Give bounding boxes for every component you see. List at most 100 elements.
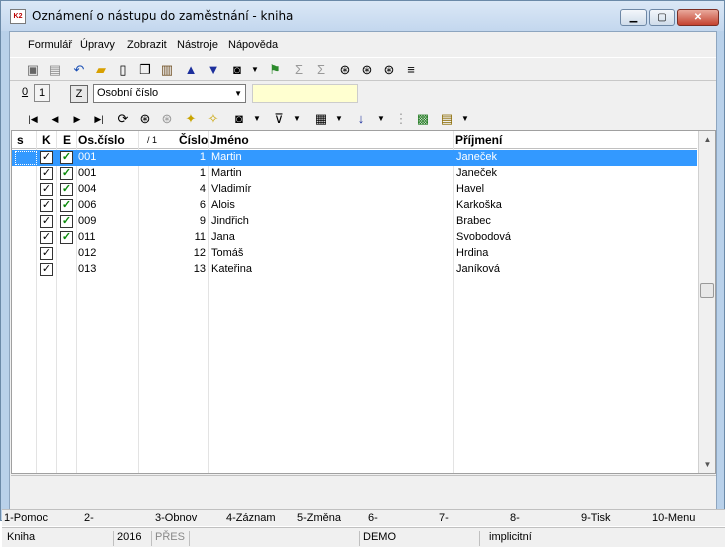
columns-icon[interactable]: ▦ — [312, 110, 330, 128]
save-icon[interactable]: ▣ — [24, 61, 42, 79]
minimize-button[interactable]: ▁ — [620, 9, 647, 26]
copy-icon[interactable]: ❐ — [136, 61, 154, 79]
fkey-8[interactable]: 8- — [510, 512, 520, 524]
table-row[interactable]: ✓ ✓ 001 1 Martin Janeček — [12, 166, 697, 182]
fkey-5[interactable]: 5-Změna — [297, 512, 341, 524]
e-checkbox[interactable]: ✓ — [60, 151, 73, 164]
e-checkbox[interactable]: ✓ — [60, 167, 73, 180]
camera-icon[interactable]: ◙ — [228, 61, 246, 79]
close-button[interactable]: ✕ — [677, 9, 719, 26]
report-icon[interactable]: ▤ — [438, 110, 456, 128]
fkey-2[interactable]: 2- — [84, 512, 94, 524]
binoculars-settings-icon[interactable]: ⊛ — [380, 61, 398, 79]
k-checkbox[interactable]: ✓ — [40, 215, 53, 228]
k-checkbox[interactable]: ✓ — [40, 247, 53, 260]
book-icon[interactable]: ▥ — [158, 61, 176, 79]
k-checkbox[interactable]: ✓ — [40, 151, 53, 164]
table-row[interactable]: ✓ ✓ 001 1 Martin Janeček — [12, 150, 697, 166]
e-checkbox[interactable]: ✓ — [60, 215, 73, 228]
title-bar[interactable]: K2 Oznámení o nástupu do zaměstnání - kn… — [1, 1, 724, 31]
fkey-1[interactable]: 1-Pomoc — [4, 512, 48, 524]
menu-formular[interactable]: Formulář — [28, 39, 72, 51]
arrow-down-icon[interactable]: ▼ — [204, 61, 222, 79]
binoculars-icon[interactable]: ⊛ — [336, 61, 354, 79]
prev-record-icon[interactable]: ◀ — [46, 110, 64, 128]
list-icon[interactable]: ≡ — [402, 61, 420, 79]
menu-napoveda[interactable]: Nápověda — [228, 39, 278, 51]
table-row[interactable]: ✓ ✓ 011 11 Jana Svobodová — [12, 230, 697, 246]
header-prijmeni[interactable]: Příjmení — [455, 133, 502, 147]
add-star-icon[interactable]: ✦ — [182, 110, 200, 128]
maximize-button[interactable]: ▢ — [649, 9, 675, 26]
table-row[interactable]: ✓ 013 13 Kateřina Janíková — [12, 262, 697, 278]
group-icon[interactable]: ⋮ — [392, 110, 410, 128]
status-db: DEMO — [360, 531, 480, 546]
search-input[interactable] — [252, 84, 358, 103]
tab-1[interactable]: 1 — [34, 84, 50, 102]
header-jmeno[interactable]: Jméno — [210, 133, 249, 147]
z-button[interactable]: Z — [70, 85, 88, 103]
search-next-icon[interactable]: ⊛ — [158, 110, 176, 128]
fkey-9[interactable]: 9-Tisk — [581, 512, 611, 524]
k-checkbox[interactable]: ✓ — [40, 167, 53, 180]
open-folder-icon[interactable]: ▰ — [92, 61, 110, 79]
cell-jmeno: Alois — [211, 199, 235, 211]
table-row[interactable]: ✓ ✓ 009 9 Jindřich Brabec — [12, 214, 697, 230]
arrow-up-icon[interactable]: ▲ — [182, 61, 200, 79]
menu-zobrazit[interactable]: Zobrazit — [127, 39, 167, 51]
header-s[interactable]: s — [17, 133, 24, 147]
sort-icon[interactable]: ↓ — [352, 110, 370, 128]
fkey-3[interactable]: 3-Obnov — [155, 512, 197, 524]
chevron-down-icon[interactable]: ▼ — [456, 110, 474, 128]
binoculars-next-icon[interactable]: ⊛ — [358, 61, 376, 79]
fkey-6[interactable]: 6- — [368, 512, 378, 524]
k-checkbox[interactable]: ✓ — [40, 199, 53, 212]
records-grid[interactable]: s K E Os.číslo / 1 Číslo Jméno Příjmení … — [11, 130, 716, 474]
filter-add-icon[interactable]: ⚑ — [266, 61, 284, 79]
scroll-up-icon[interactable]: ▲ — [699, 131, 715, 148]
menu-upravy[interactable]: Úpravy — [80, 39, 115, 51]
scroll-down-icon[interactable]: ▼ — [699, 456, 715, 473]
first-record-icon[interactable]: |◀ — [24, 110, 42, 128]
search-icon[interactable]: ⊛ — [136, 110, 154, 128]
e-checkbox[interactable]: ✓ — [60, 183, 73, 196]
filter-icon[interactable]: ⊽ — [270, 110, 288, 128]
header-e[interactable]: E — [63, 133, 71, 147]
refresh-icon[interactable]: ⟳ — [114, 110, 132, 128]
focus-marker — [15, 151, 37, 165]
k-checkbox[interactable]: ✓ — [40, 183, 53, 196]
fkey-7[interactable]: 7- — [439, 512, 449, 524]
vertical-scrollbar[interactable]: ▲ ▼ — [698, 131, 715, 473]
table-row[interactable]: ✓ ✓ 004 4 Vladimír Havel — [12, 182, 697, 198]
chevron-down-icon[interactable]: ▼ — [248, 110, 266, 128]
fkey-4[interactable]: 4-Záznam — [226, 512, 276, 524]
header-cislo[interactable]: Číslo — [179, 133, 208, 147]
next-record-icon[interactable]: ▶ — [68, 110, 86, 128]
export-excel-icon[interactable]: ▩ — [414, 110, 432, 128]
sum-group-icon[interactable]: Σ — [312, 61, 330, 79]
e-checkbox[interactable]: ✓ — [60, 231, 73, 244]
chevron-down-icon[interactable]: ▼ — [288, 110, 306, 128]
chevron-down-icon[interactable]: ▼ — [330, 110, 348, 128]
header-os-cislo[interactable]: Os.číslo — [78, 133, 125, 147]
e-checkbox[interactable]: ✓ — [60, 199, 73, 212]
last-record-icon[interactable]: ▶| — [90, 110, 108, 128]
menu-nastroje[interactable]: Nástroje — [177, 39, 218, 51]
scroll-thumb[interactable] — [700, 283, 714, 298]
remove-star-icon[interactable]: ✧ — [204, 110, 222, 128]
save-all-icon[interactable]: ▤ — [46, 61, 64, 79]
k-checkbox[interactable]: ✓ — [40, 263, 53, 276]
chevron-down-icon[interactable]: ▼ — [246, 61, 264, 79]
tab-0[interactable]: 0 — [18, 84, 32, 102]
chevron-down-icon[interactable]: ▼ — [372, 110, 390, 128]
new-document-icon[interactable]: ▯ — [114, 61, 132, 79]
k-checkbox[interactable]: ✓ — [40, 231, 53, 244]
undo-icon[interactable]: ↶ — [70, 61, 88, 79]
table-row[interactable]: ✓ ✓ 006 6 Alois Karkoška — [12, 198, 697, 214]
table-row[interactable]: ✓ 012 12 Tomáš Hrdina — [12, 246, 697, 262]
sum-icon[interactable]: Σ — [290, 61, 308, 79]
sort-select[interactable]: Osobní číslo ▼ — [93, 84, 246, 103]
header-k[interactable]: K — [42, 133, 51, 147]
fkey-10[interactable]: 10-Menu — [652, 512, 695, 524]
camera-icon[interactable]: ◙ — [230, 110, 248, 128]
